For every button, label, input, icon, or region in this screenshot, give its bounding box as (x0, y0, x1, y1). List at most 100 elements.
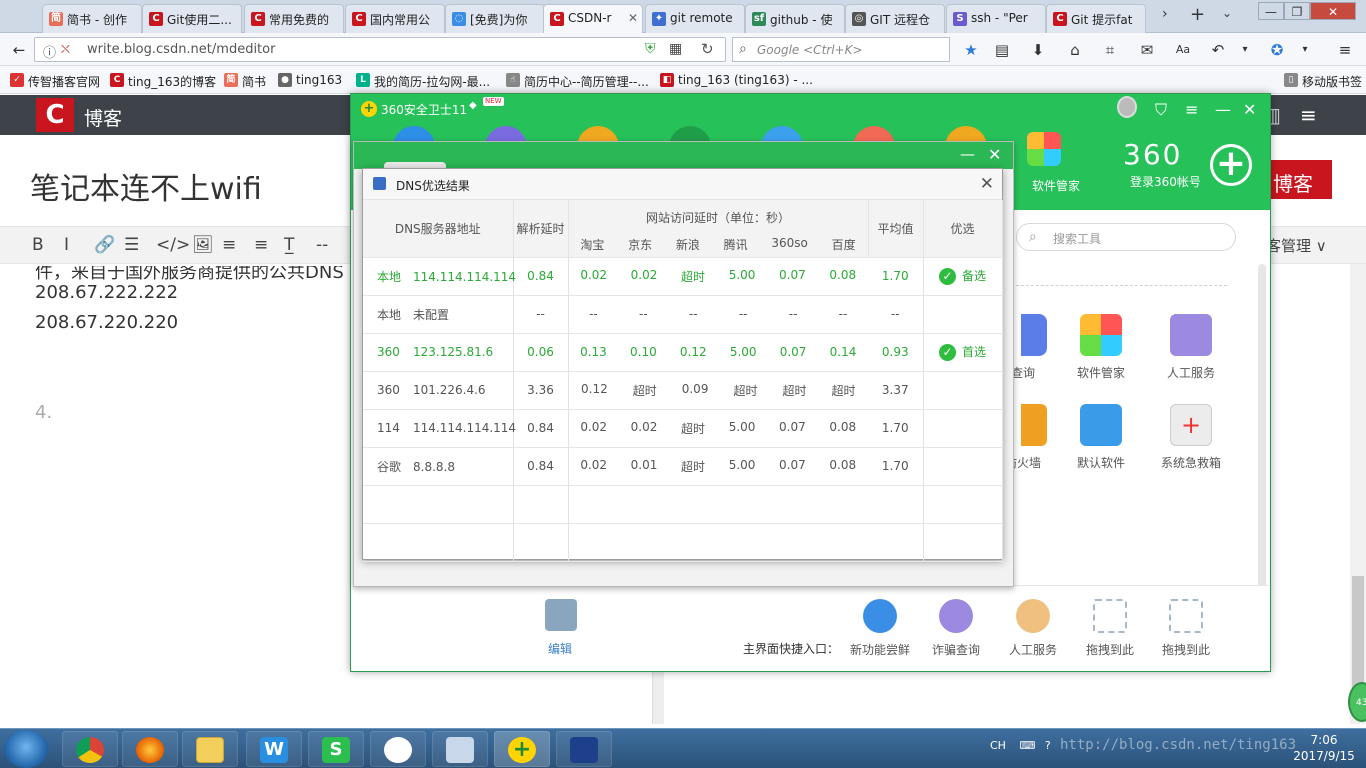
maximize-window-button[interactable]: ❐ (1284, 2, 1310, 20)
back-arrow-icon[interactable]: ← (10, 41, 28, 59)
browser-tab[interactable]: ✦ git remote (645, 4, 745, 33)
tool-system-rescue[interactable]: + 系统急救箱 (1151, 404, 1231, 471)
bookmark-item[interactable]: Cting_163的博客 (110, 73, 216, 90)
taskbar-explorer[interactable] (182, 731, 238, 767)
tab-close-icon[interactable]: ✕ (628, 11, 638, 25)
software-manager-icon[interactable] (1027, 132, 1061, 166)
edit-icon[interactable] (545, 599, 577, 631)
menu-icon[interactable]: ≡ (1336, 41, 1354, 59)
start-button[interactable] (4, 730, 48, 768)
browser-tab[interactable]: C Git使用二... (142, 4, 242, 33)
undo-dropdown-icon[interactable]: ▾ (1236, 41, 1254, 59)
code-icon[interactable]: </> (156, 235, 190, 255)
keyboard-icon[interactable]: ⌨ (1019, 739, 1035, 752)
quick-drop-slot-1[interactable]: 拖拽到此 (1073, 599, 1147, 658)
qr-code-icon[interactable]: ▦ (669, 41, 682, 57)
csdn-menu-icon[interactable]: ≡ (1300, 103, 1317, 127)
browser-tab[interactable]: ◌ [免费]为你 (445, 4, 545, 33)
tab-scroll-right[interactable]: › (1162, 6, 1168, 22)
italic-icon[interactable]: I (64, 235, 69, 255)
browser-tab[interactable]: C 常用免费的 (244, 4, 344, 33)
table-row[interactable]: 本地 114.114.114.114 0.84 0.02 0.02 超时 5.00 0.07 0… (363, 257, 1003, 296)
taskbar-control-panel[interactable] (432, 731, 488, 767)
app-close-icon[interactable]: ✕ (1243, 100, 1256, 119)
browser-tab[interactable]: C CSDN-r ✕ (543, 4, 643, 34)
help-icon[interactable]: ? (1045, 739, 1051, 752)
home-icon[interactable]: ⌂ (1066, 41, 1084, 59)
download-icon[interactable]: ⬇ (1029, 41, 1047, 59)
quote-icon[interactable]: ☰ (124, 235, 139, 255)
browser-tab[interactable]: 简简书 - 创作 (42, 4, 142, 33)
site-permission-icon[interactable]: ⛌ (61, 42, 70, 57)
chat-icon[interactable]: ✉ (1138, 41, 1156, 59)
tool-default-software[interactable]: 默认软件 (1061, 404, 1141, 471)
edit-label[interactable]: 编辑 (548, 640, 572, 657)
heading-icon[interactable]: T̲ (284, 235, 294, 255)
bookmark-item[interactable]: ◧ ting_163 (ting163) - ... (660, 73, 813, 87)
shield-icon[interactable]: ⛨ (645, 41, 656, 57)
address-bar[interactable]: ⓘ ⛌ write.blog.csdn.net/mdeditor ⛨ ▦ ↻ (34, 37, 726, 62)
dns-optimizer-close-icon[interactable]: ✕ (988, 145, 1001, 164)
browser-tab[interactable]: C Git 提示fat (1046, 4, 1146, 33)
screenshot-icon[interactable]: ⌗ (1101, 41, 1119, 59)
image-icon[interactable]: 🖼 (192, 235, 214, 255)
quick-fraud-query[interactable]: 诈骗查询 (919, 599, 993, 658)
mobile-bookmarks[interactable]: ▯ 移动版书签 (1284, 73, 1362, 90)
tool-human-service[interactable]: 人工服务 (1151, 314, 1231, 381)
reading-list-icon[interactable]: ▤ (993, 41, 1011, 59)
close-window-button[interactable]: ✕ (1310, 2, 1356, 20)
bookmark-item[interactable]: ☝ 简历中心--简历管理--... (506, 73, 649, 90)
browser-tab[interactable]: ◎ GIT 远程仓 (845, 4, 945, 33)
link-icon[interactable]: 🔗 (94, 235, 115, 255)
table-row[interactable]: 360 101.226.4.6 3.36 0.12 超时 0.09 超时 超时 超时 3.37 (363, 371, 1003, 410)
new-tab-button[interactable]: + (1190, 4, 1205, 25)
url-text[interactable]: write.blog.csdn.net/mdeditor (87, 42, 275, 57)
publish-blog-button[interactable]: 博客 (1265, 160, 1332, 199)
login-360-link[interactable]: 登录360帐号 (1130, 173, 1201, 190)
minimize-window-button[interactable]: — (1258, 2, 1284, 20)
taskbar-wps-sheet[interactable]: S (308, 731, 364, 767)
browser-tab[interactable]: sf github - 使 (745, 4, 845, 33)
browser-tab[interactable]: C 国内常用公 (345, 4, 445, 33)
hr-icon[interactable]: -- (316, 235, 328, 255)
software-manager-label[interactable]: 软件管家 (1032, 177, 1080, 194)
undo-icon[interactable]: ↶ (1209, 41, 1227, 59)
search-box[interactable]: ⌕ Google <Ctrl+K> (732, 37, 950, 62)
table-row[interactable]: 本地 未配置 -- -- -- -- -- -- -- -- (363, 295, 1003, 334)
translate-icon[interactable]: Aa (1174, 41, 1192, 59)
table-row[interactable]: 360 123.125.81.6 0.06 0.13 0.10 0.12 5.00 0.07 0… (363, 333, 1003, 372)
taskbar-360-safe[interactable]: + (494, 731, 550, 767)
quick-new-feature[interactable]: 新功能尝鲜 (843, 599, 917, 658)
tab-list-dropdown[interactable]: ⌄ (1222, 6, 1232, 20)
article-title[interactable]: 笔记本连不上wifi (30, 164, 262, 208)
info-icon[interactable]: ⓘ (43, 42, 56, 61)
taskbar-wps-writer[interactable]: W (246, 731, 302, 767)
blog-manage-menu[interactable]: 客管理 ∨ (1266, 235, 1327, 256)
medal-icon[interactable] (1117, 96, 1137, 118)
taskbar-firefox[interactable] (122, 731, 178, 767)
language-indicator[interactable]: CH (990, 739, 1006, 752)
bookmark-item[interactable]: ● ting163 (278, 73, 342, 87)
bookmark-item[interactable]: ✓ 传智播客官网 (10, 73, 100, 90)
reload-icon[interactable]: ↻ (701, 40, 714, 58)
dns-optimizer-minimize-icon[interactable]: — (960, 145, 975, 163)
quick-drop-slot-2[interactable]: 拖拽到此 (1149, 599, 1223, 658)
table-row[interactable]: 114 114.114.114.114 0.84 0.02 0.02 超时 5.00 0.07… (363, 409, 1003, 448)
login-plus-icon[interactable]: + (1210, 144, 1252, 186)
csdn-logo[interactable]: C (36, 98, 74, 132)
extension-star-icon[interactable]: ✪ (1268, 41, 1286, 59)
bookmark-item[interactable]: L 我的简历-拉勾网-最... (356, 73, 490, 90)
dns-close-icon[interactable]: ✕ (980, 174, 994, 194)
browser-tab[interactable]: Sssh - "Per (946, 4, 1046, 33)
app-minimize-icon[interactable]: — (1215, 100, 1231, 119)
bookmark-star-icon[interactable]: ★ (962, 41, 980, 59)
unordered-list-icon[interactable]: ≡ (254, 235, 268, 255)
app-menu-icon[interactable]: ≡ (1185, 100, 1198, 119)
bold-icon[interactable]: B (32, 235, 44, 255)
csdn-blog-label[interactable]: 博客 (84, 104, 122, 131)
skin-icon[interactable]: ⛉ (1155, 100, 1167, 120)
bookmark-item[interactable]: 简简书 (224, 73, 266, 90)
tool-software-manager[interactable]: 软件管家 (1061, 314, 1141, 381)
tool-search-input[interactable]: ⌕ 搜索工具 (1016, 223, 1236, 251)
taskbar-chrome[interactable] (62, 731, 118, 767)
